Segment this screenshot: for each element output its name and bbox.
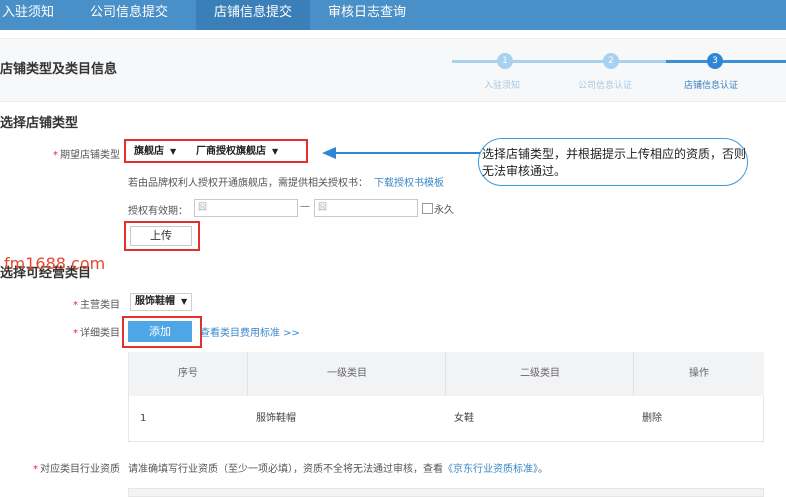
step-1-dot: 1 [497,53,513,69]
header-band [0,38,786,102]
auth-hint: 若由品牌权利人授权开通旗舰店，需提供相关授权书： 下载授权书模板 [128,178,444,189]
view-fee-link[interactable]: 查看类目费用标准 >> [200,324,300,339]
step-3-label: 店铺信息认证 [684,81,739,91]
page-title: 店铺类型及类目信息 [0,62,118,77]
top-nav: 入驻须知 公司信息提交 店铺信息提交 审核日志查询 [0,0,786,30]
tab-company-info[interactable]: 公司信息提交 [90,0,182,30]
arrow-left-icon [322,147,480,159]
main-category-select[interactable]: 服饰鞋帽 ▼ [130,293,193,311]
table-header-action: 操作 [633,352,764,396]
detail-category-label: * 详细类目 [73,328,120,339]
main-category-label: * 主营类目 [73,300,120,311]
tab-entry-notice[interactable]: 入驻须知 [2,0,62,30]
chevron-down-icon: ▼ [272,147,279,156]
permanent-checkbox[interactable] [422,203,433,214]
store-type-select-2[interactable]: 厂商授权旗舰店 ▼ [196,144,278,160]
chevron-down-icon: ▼ [181,297,188,306]
store-type-section-title: 选择店铺类型 [0,116,79,131]
start-date-input[interactable]: 囧 [194,199,298,217]
step-2-dot: 2 [603,53,619,69]
upload-button[interactable]: 上传 [130,226,192,246]
store-type-select-1[interactable]: 旗舰店 ▼ [134,144,176,160]
table-header-level2: 二级类目 [445,352,634,396]
tab-audit-log[interactable]: 审核日志查询 [328,0,424,30]
table-cell-level2: 女鞋 [454,413,474,424]
delete-link[interactable]: 删除 [642,396,662,442]
callout-text: 选择店铺类型，并根据提示上传相应的资质，否则无法审核通过。 [482,147,747,178]
step-3-dot: 3 [707,53,723,69]
table-cell-level1: 服饰鞋帽 [256,413,296,424]
end-date-input[interactable]: 囧 [314,199,418,217]
table-cell-index: 1 [140,413,147,424]
qualification-hint: 请准确填写行业资质（至少一项必填），资质不全将无法通过审核，查看《京东行业资质标… [128,464,548,475]
table-header-level1: 一级类目 [247,352,446,396]
store-type-label: * 期望店铺类型 [53,150,120,161]
date-separator: — [300,201,310,212]
step-1-label: 入驻须知 [484,81,521,91]
qualification-standard-link[interactable]: 《京东行业资质标准》 [443,464,538,475]
qualification-table-header [128,488,764,497]
chevron-down-icon: ▼ [170,147,177,156]
validity-label: 授权有效期： [128,206,188,217]
add-category-button[interactable]: 添加 [128,321,192,342]
step-line-3 [666,60,786,63]
tab-store-info[interactable]: 店铺信息提交 [196,0,310,30]
step-2-label: 公司信息认证 [578,81,633,91]
qualification-label: * 对应类目行业资质 [33,464,120,475]
permanent-label: 永久 [434,205,454,216]
watermark: fm1688.com [4,254,106,273]
download-template-link[interactable]: 下载授权书模板 [374,178,444,189]
table-header-index: 序号 [129,352,247,396]
